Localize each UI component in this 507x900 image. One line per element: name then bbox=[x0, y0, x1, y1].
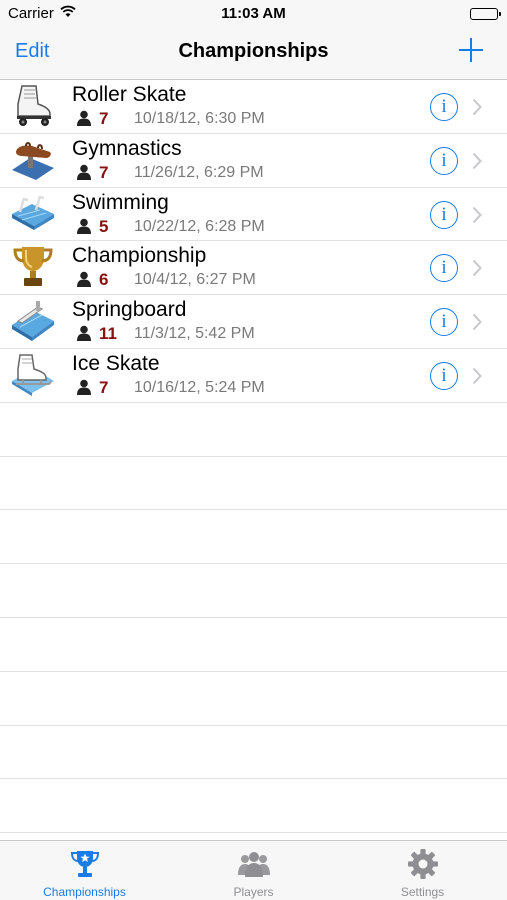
pommel-horse-icon bbox=[10, 136, 56, 182]
person-icon bbox=[76, 164, 92, 180]
chevron-right-icon bbox=[472, 367, 482, 385]
empty-row bbox=[0, 618, 507, 672]
tab-championships[interactable]: Championships bbox=[0, 841, 169, 900]
springboard-icon bbox=[10, 297, 56, 343]
championship-name: Championship bbox=[72, 244, 207, 268]
championship-name: Ice Skate bbox=[72, 351, 160, 375]
chevron-right-icon bbox=[472, 152, 482, 170]
championship-name: Gymnastics bbox=[72, 136, 182, 160]
chevron-right-icon bbox=[472, 313, 482, 331]
championship-date: 11/3/12, 5:42 PM bbox=[134, 325, 255, 343]
tab-championships-label: Championships bbox=[43, 885, 126, 899]
info-button[interactable]: i bbox=[430, 361, 458, 390]
trophy-star-icon bbox=[68, 847, 102, 881]
empty-row bbox=[0, 457, 507, 511]
navigation-bar: Edit Championships bbox=[0, 28, 507, 80]
status-time: 11:03 AM bbox=[221, 5, 286, 22]
championship-row[interactable]: Swimming 5 10/22/12, 6:28 PM i bbox=[0, 188, 507, 242]
add-championship-button[interactable] bbox=[457, 36, 485, 64]
championship-row[interactable]: Gymnastics 7 11/26/12, 6:29 PM i bbox=[0, 134, 507, 188]
empty-row bbox=[0, 726, 507, 780]
info-button[interactable]: i bbox=[430, 308, 458, 337]
trophy-icon bbox=[10, 243, 56, 289]
championship-date: 10/16/12, 5:24 PM bbox=[134, 378, 265, 396]
tab-settings[interactable]: Settings bbox=[338, 841, 507, 900]
player-count: 7 bbox=[99, 109, 109, 128]
swimming-pool-icon bbox=[10, 190, 56, 236]
empty-row bbox=[0, 564, 507, 618]
tab-players[interactable]: Players bbox=[169, 841, 338, 900]
championship-name: Springboard bbox=[72, 298, 187, 322]
info-button[interactable]: i bbox=[430, 254, 458, 283]
roller-skate-icon bbox=[10, 82, 56, 128]
championship-row[interactable]: Championship 6 10/4/12, 6:27 PM i bbox=[0, 241, 507, 296]
chevron-right-icon bbox=[472, 98, 482, 116]
championship-name: Swimming bbox=[72, 190, 169, 214]
ice-skate-icon bbox=[10, 351, 56, 397]
person-icon bbox=[76, 379, 92, 395]
chevron-right-icon bbox=[472, 259, 482, 277]
player-count: 7 bbox=[99, 162, 109, 182]
empty-row bbox=[0, 510, 507, 565]
info-button[interactable]: i bbox=[430, 200, 458, 229]
empty-row bbox=[0, 779, 507, 834]
player-count: 7 bbox=[99, 377, 109, 397]
person-icon bbox=[76, 218, 92, 234]
tab-settings-label: Settings bbox=[400, 885, 445, 899]
empty-row bbox=[0, 672, 507, 726]
player-count: 11 bbox=[99, 324, 117, 344]
championship-date: 10/4/12, 6:27 PM bbox=[134, 271, 256, 289]
championship-date: 10/22/12, 6:28 PM bbox=[134, 217, 265, 235]
chevron-right-icon bbox=[472, 206, 482, 224]
championship-row[interactable]: Ice Skate 7 10/16/12, 5:24 PM i bbox=[0, 349, 507, 403]
person-icon bbox=[76, 110, 92, 126]
championship-date: 11/26/12, 6:29 PM bbox=[134, 163, 264, 181]
player-count: 5 bbox=[99, 216, 109, 236]
empty-row bbox=[0, 403, 507, 457]
info-button[interactable]: i bbox=[430, 93, 458, 121]
championship-date: 10/18/12, 6:30 PM bbox=[134, 110, 265, 127]
status-bar: Carrier 11:03 AM bbox=[0, 0, 507, 28]
info-button[interactable]: i bbox=[430, 146, 458, 175]
player-count: 6 bbox=[99, 270, 109, 290]
gear-icon bbox=[406, 847, 440, 881]
person-icon bbox=[76, 271, 92, 288]
tab-players-label: Players bbox=[233, 885, 274, 899]
championship-name: Roller Skate bbox=[72, 83, 187, 106]
page-title: Championships bbox=[178, 40, 329, 62]
person-icon bbox=[76, 325, 92, 342]
battery-icon bbox=[470, 8, 501, 20]
tab-bar: Championships Players Settings bbox=[0, 840, 507, 900]
championship-list: Roller Skate 7 10/18/12, 6:30 PM i Gymnastic… bbox=[0, 80, 507, 840]
championship-row[interactable]: Springboard 11 11/3/12, 5:42 PM i bbox=[0, 295, 507, 349]
players-icon bbox=[237, 847, 271, 881]
championship-row[interactable]: Roller Skate 7 10/18/12, 6:30 PM i bbox=[0, 80, 507, 134]
